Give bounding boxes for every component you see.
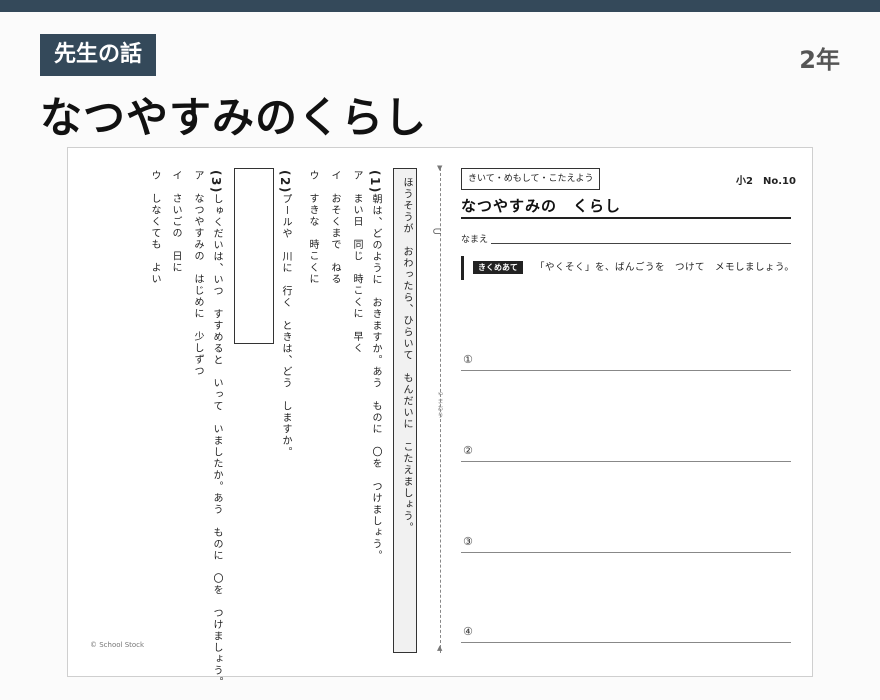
goal-text: 「やくそく」を、ばんごうを つけて メモしましょう。: [535, 262, 795, 273]
memo-number-2: ②: [463, 444, 473, 457]
goal-tag: きくめあて: [473, 261, 523, 274]
question-3-text: しゅくだいは、いつ すすめると いって いましたか。あう ものに 〇を つけまし…: [211, 193, 222, 689]
instruction-box: ほうそうが おわったら、ひらいて もんだいに こたえましょう。: [393, 168, 417, 653]
category-badge: 先生の話: [40, 34, 157, 76]
memo-line-1[interactable]: [461, 370, 791, 371]
page-title: なつやすみのくらし: [40, 93, 428, 142]
question-2: (2)プールや 川に 行く ときは、どう しますか。: [278, 170, 293, 458]
question-3-option-c: ウ しなくても よい: [149, 170, 160, 285]
question-3-option-b: イ さいごの 日に: [170, 170, 181, 274]
title-underline: [461, 217, 791, 219]
question-1-option-c: ウ すきな 時こくに: [307, 170, 318, 285]
question-2-label: (2): [278, 170, 292, 194]
memo-number-1: ①: [463, 353, 473, 366]
worksheet-title: なつやすみの くらし: [461, 197, 622, 215]
question-1-option-a: ア まい日 同じ 時こくに 早く: [351, 170, 362, 354]
goal-bar: [461, 256, 464, 280]
memo-line-4[interactable]: [461, 642, 791, 643]
question-3-option-a: ア なつやすみの はじめに 少しずつ: [192, 170, 203, 377]
instruction-text: ほうそうが おわったら、ひらいて もんだいに こたえましょう。: [401, 177, 412, 534]
question-3-label: (3): [209, 170, 223, 194]
fold-top-arrow-icon: ▼: [437, 164, 443, 172]
question-2-text: プールや 川に 行く ときは、どう しますか。: [280, 193, 291, 459]
fold-icon: ⊂: [432, 224, 443, 238]
grade-label: 2年: [799, 46, 840, 74]
question-1-text: 朝は、どのように おきますか。あう ものに 〇を つけましょう。: [370, 193, 381, 562]
worksheet: ほうそうが おわったら、ひらいて もんだいに こたえましょう。 (1)朝は、どの…: [67, 147, 813, 688]
top-bar: [0, 0, 880, 12]
memo-line-3[interactable]: [461, 552, 791, 553]
copyright: © School Stock: [90, 641, 145, 649]
memo-line-2[interactable]: [461, 461, 791, 462]
name-field[interactable]: [491, 243, 791, 244]
memo-number-3: ③: [463, 535, 473, 548]
fold-label: やまおり: [436, 391, 443, 419]
question-1-label: (1): [368, 170, 382, 194]
memo-number-4: ④: [463, 625, 473, 638]
name-label: なまえ: [461, 235, 489, 245]
question-2-answer-box[interactable]: [234, 168, 274, 344]
grade-number: 小2 No.10: [736, 176, 796, 187]
question-1-option-b: イ おそくまで ねる: [329, 170, 340, 285]
listen-tag: きいて・めもして・こたえよう: [461, 168, 601, 190]
question-1: (1)朝は、どのように おきますか。あう ものに 〇を つけましょう。: [368, 170, 383, 562]
question-3: (3)しゅくだいは、いつ すすめると いって いましたか。あう ものに 〇を つ…: [209, 170, 224, 688]
fold-bottom-arrow-icon: ▲: [437, 644, 443, 652]
